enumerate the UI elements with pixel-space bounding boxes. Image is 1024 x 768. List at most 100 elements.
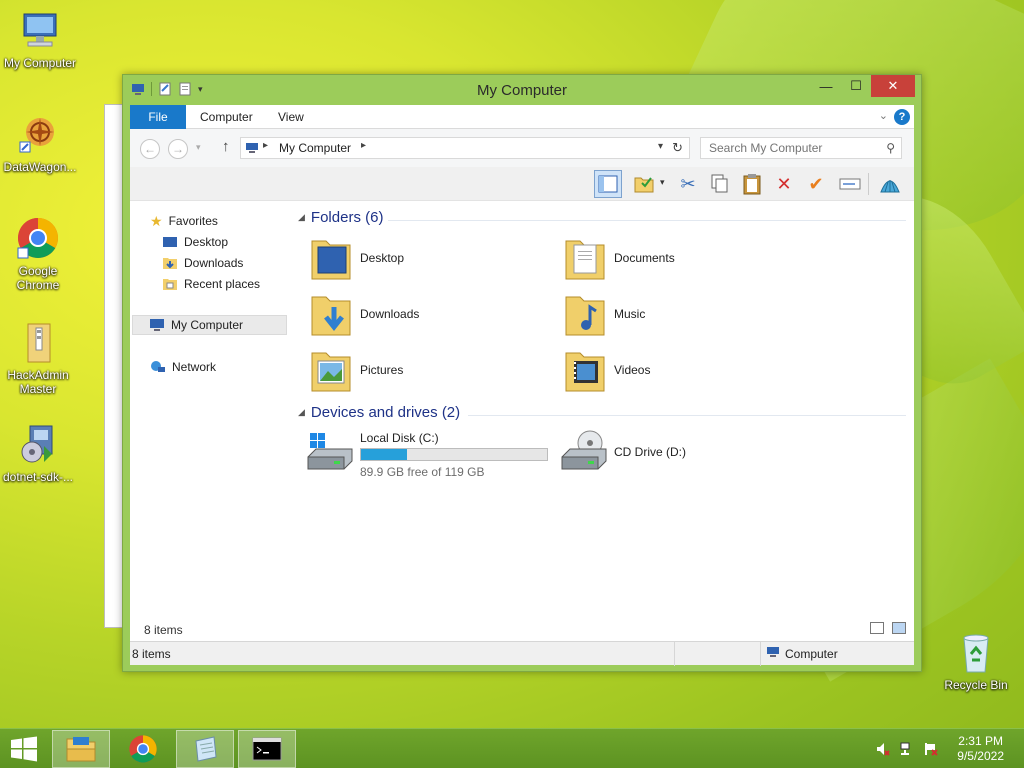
chrome-icon [16, 216, 60, 260]
taskbar-notepad[interactable] [176, 730, 234, 768]
item-count: 8 items [132, 647, 171, 661]
explorer-window: ▾ My Computer — ☐ ✕ File Computer View ⌄… [122, 74, 922, 672]
volume-muted-icon[interactable] [876, 742, 890, 756]
sidebar-item-desktop[interactable]: Desktop [162, 232, 228, 252]
preview-pane-icon[interactable] [594, 170, 622, 198]
rename-icon[interactable] [836, 170, 864, 198]
address-bar[interactable]: ▸ My Computer ▸ ▾ ↻ [240, 137, 690, 159]
drives-group-header[interactable]: ◢ Devices and drives (2) [298, 404, 460, 421]
maximize-button[interactable]: ☐ [841, 75, 871, 97]
recycle-bin-icon [954, 630, 998, 674]
back-button[interactable]: ← [140, 139, 160, 159]
group-divider [388, 220, 906, 221]
desktop-icon-google-chrome[interactable]: Google Chrome [0, 216, 78, 292]
disk-usage-fill [361, 449, 407, 460]
sidebar-item-favorites[interactable]: ★ Favorites [150, 211, 218, 231]
folder-desktop[interactable]: Desktop [300, 233, 540, 285]
collapse-triangle-icon[interactable]: ◢ [298, 407, 305, 418]
sidebar-item-my-computer[interactable]: My Computer [132, 315, 287, 335]
desktop-icon-hackadmin-master[interactable]: HackAdmin Master [0, 320, 78, 396]
taskbar-command-prompt[interactable] [238, 730, 296, 768]
view-switcher [870, 622, 906, 634]
windows-logo-icon [11, 736, 37, 762]
item-count: 8 items [144, 623, 183, 637]
delete-icon[interactable]: ✕ [770, 170, 798, 198]
desktop-icon-dotnet-sdk[interactable]: dotnet-sdk-... [0, 422, 78, 484]
minimize-button[interactable]: — [811, 75, 841, 97]
up-button[interactable]: ↑ [222, 138, 230, 155]
desktop-icon-datawagon[interactable]: DataWagon... [0, 112, 80, 174]
drive-cd-d[interactable]: CD Drive (D:) [554, 427, 754, 481]
details-view-icon[interactable] [870, 622, 884, 634]
folder-documents[interactable]: Documents [554, 233, 794, 285]
paste-icon[interactable] [738, 170, 766, 198]
folder-pictures[interactable]: Pictures [300, 345, 540, 397]
address-dropdown-icon[interactable]: ▾ [658, 141, 663, 152]
status-divider [760, 642, 761, 666]
large-icons-view-icon[interactable] [892, 622, 906, 634]
action-center-alert-icon[interactable] [924, 742, 938, 756]
music-folder-icon [564, 291, 606, 337]
pictures-folder-icon [310, 347, 352, 393]
star-icon: ★ [150, 213, 163, 229]
content-pane: ◢ Folders (6) Desktop Documents Download… [292, 201, 914, 617]
tray-icons [876, 742, 938, 756]
copy-icon[interactable] [706, 170, 734, 198]
help-icon[interactable]: ? [894, 109, 910, 125]
breadcrumb-my-computer[interactable]: My Computer [279, 141, 351, 155]
folder-zip-icon [16, 320, 60, 364]
collapse-triangle-icon[interactable]: ◢ [298, 212, 305, 223]
shell-icon[interactable] [876, 170, 904, 198]
search-icon[interactable]: ⚲ [886, 141, 895, 155]
cd-drive-icon [560, 429, 608, 478]
expand-ribbon-icon[interactable]: ⌄ [879, 109, 888, 122]
recent-locations-icon[interactable]: ▾ [196, 142, 201, 153]
status-divider [674, 642, 675, 666]
outer-status-bar: 8 items Computer [130, 641, 914, 666]
file-explorer-icon [66, 737, 96, 762]
tab-computer[interactable]: Computer [186, 105, 267, 129]
folder-music[interactable]: Music [554, 289, 794, 341]
cut-icon[interactable]: ✂ [674, 170, 702, 198]
sidebar-item-downloads[interactable]: Downloads [162, 253, 243, 273]
sidebar-item-recent-places[interactable]: Recent places [162, 274, 260, 294]
network-status-icon[interactable] [900, 742, 914, 756]
window-title: My Computer [476, 82, 568, 99]
taskbar-chrome[interactable] [114, 730, 172, 768]
breadcrumb-arrow-icon[interactable]: ▸ [361, 140, 366, 151]
local-disk-label: Local Disk (C:) [360, 431, 439, 445]
forward-button[interactable]: → [168, 139, 188, 159]
datawagon-shortcut-icon [18, 112, 62, 156]
title-bar[interactable]: ▾ My Computer — ☐ ✕ [123, 75, 921, 105]
documents-folder-icon [564, 235, 606, 281]
network-icon [150, 360, 166, 374]
desktop-icon-my-computer[interactable]: My Computer [0, 8, 80, 70]
tab-file[interactable]: File [130, 105, 186, 129]
drive-local-disk-c[interactable]: Local Disk (C:) 89.9 GB free of 119 GB [300, 427, 550, 481]
folder-videos[interactable]: Videos [554, 345, 794, 397]
folders-group-header[interactable]: ◢ Folders (6) [298, 209, 383, 226]
group-divider [468, 415, 906, 416]
desktop-icon-recycle-bin[interactable]: Recycle Bin [936, 630, 1016, 692]
installer-icon [16, 422, 60, 466]
search-input[interactable] [701, 138, 871, 158]
start-button[interactable] [8, 735, 40, 763]
search-box[interactable]: ⚲ [700, 137, 902, 159]
close-button[interactable]: ✕ [871, 75, 915, 97]
tab-view[interactable]: View [264, 105, 318, 129]
properties-check-icon[interactable]: ✔ [802, 170, 830, 198]
breadcrumb-arrow-icon[interactable]: ▸ [263, 140, 268, 151]
computer-icon [766, 646, 780, 661]
folder-downloads[interactable]: Downloads [300, 289, 540, 341]
panes: ★ Favorites Desktop Downloads Recent pla… [130, 201, 914, 617]
sidebar-item-network[interactable]: Network [150, 357, 216, 377]
downloads-icon [162, 256, 178, 270]
folder-options-dropdown-icon[interactable]: ▾ [660, 177, 665, 188]
folder-options-icon[interactable] [630, 170, 658, 198]
desktop-folder-icon [310, 235, 352, 281]
taskbar-clock[interactable]: 2:31 PM 9/5/2022 [957, 734, 1004, 764]
recent-places-icon [162, 277, 178, 291]
taskbar-file-explorer[interactable] [52, 730, 110, 768]
refresh-icon[interactable]: ↻ [672, 140, 683, 156]
clock-date: 9/5/2022 [957, 749, 1004, 763]
